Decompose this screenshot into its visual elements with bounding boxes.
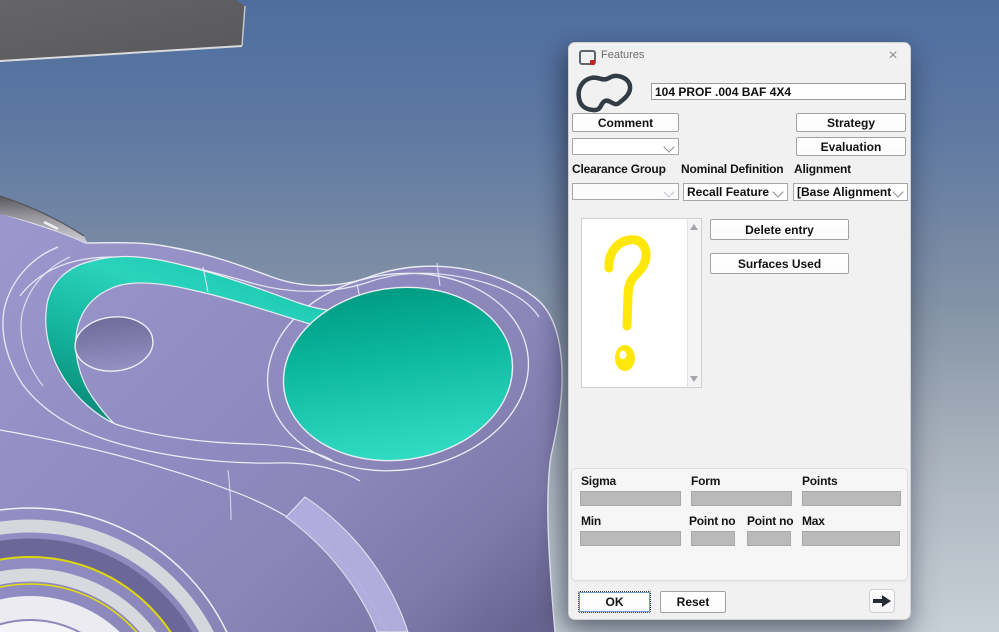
preview-scrollbar[interactable] bbox=[687, 219, 701, 387]
form-label: Form bbox=[691, 474, 720, 488]
dialog-titlebar[interactable]: Features × bbox=[569, 43, 910, 69]
sigma-label: Sigma bbox=[581, 474, 616, 488]
chevron-down-icon bbox=[663, 141, 674, 152]
features-dialog: Features × Comment Strategy Evaluation C… bbox=[568, 42, 911, 620]
point-no-1-label: Point no bbox=[689, 514, 735, 528]
scroll-down-icon[interactable] bbox=[690, 376, 698, 382]
dialog-title: Features bbox=[601, 49, 644, 61]
feature-preview-list[interactable] bbox=[581, 218, 702, 388]
min-value-field bbox=[580, 531, 681, 546]
min-label: Min bbox=[581, 514, 601, 528]
curve-feature-icon bbox=[574, 71, 634, 115]
point-no-2-label: Point no bbox=[747, 514, 793, 528]
comment-button[interactable]: Comment bbox=[572, 113, 679, 132]
nominal-definition-dropdown[interactable]: Recall Feature bbox=[683, 183, 788, 201]
results-panel: Sigma Form Points Min Point no Point no … bbox=[571, 468, 908, 581]
alignment-dropdown[interactable]: [Base Alignment bbox=[793, 183, 908, 201]
calypso-app-icon bbox=[579, 50, 596, 65]
nominal-definition-label: Nominal Definition bbox=[681, 162, 783, 176]
unknown-question-icon bbox=[582, 219, 687, 387]
chevron-down-icon bbox=[663, 186, 674, 197]
ok-button[interactable]: OK bbox=[578, 591, 651, 613]
points-value-field bbox=[802, 491, 901, 506]
scroll-up-icon[interactable] bbox=[690, 224, 698, 230]
reset-button[interactable]: Reset bbox=[660, 591, 726, 613]
chevron-down-icon bbox=[892, 186, 903, 197]
surfaces-used-button[interactable]: Surfaces Used bbox=[710, 253, 849, 274]
evaluation-button[interactable]: Evaluation bbox=[796, 137, 906, 156]
comment-group-dropdown[interactable] bbox=[572, 138, 679, 155]
next-feature-button[interactable] bbox=[869, 589, 895, 613]
alignment-label: Alignment bbox=[794, 162, 851, 176]
point-no-2-value-field bbox=[747, 531, 791, 546]
point-no-1-value-field bbox=[691, 531, 735, 546]
chevron-down-icon bbox=[772, 186, 783, 197]
close-icon[interactable]: × bbox=[884, 45, 902, 67]
clearance-group-dropdown[interactable] bbox=[572, 183, 679, 200]
right-arrow-icon bbox=[872, 594, 892, 608]
clearance-group-label: Clearance Group bbox=[572, 162, 666, 176]
form-value-field bbox=[691, 491, 792, 506]
strategy-button[interactable]: Strategy bbox=[796, 113, 906, 132]
max-label: Max bbox=[802, 514, 825, 528]
preview-area bbox=[582, 219, 687, 387]
points-label: Points bbox=[802, 474, 837, 488]
application-window: Features × Comment Strategy Evaluation C… bbox=[0, 0, 999, 632]
feature-name-input[interactable] bbox=[651, 83, 906, 100]
delete-entry-button[interactable]: Delete entry bbox=[710, 219, 849, 240]
sigma-value-field bbox=[580, 491, 681, 506]
max-value-field bbox=[802, 531, 900, 546]
